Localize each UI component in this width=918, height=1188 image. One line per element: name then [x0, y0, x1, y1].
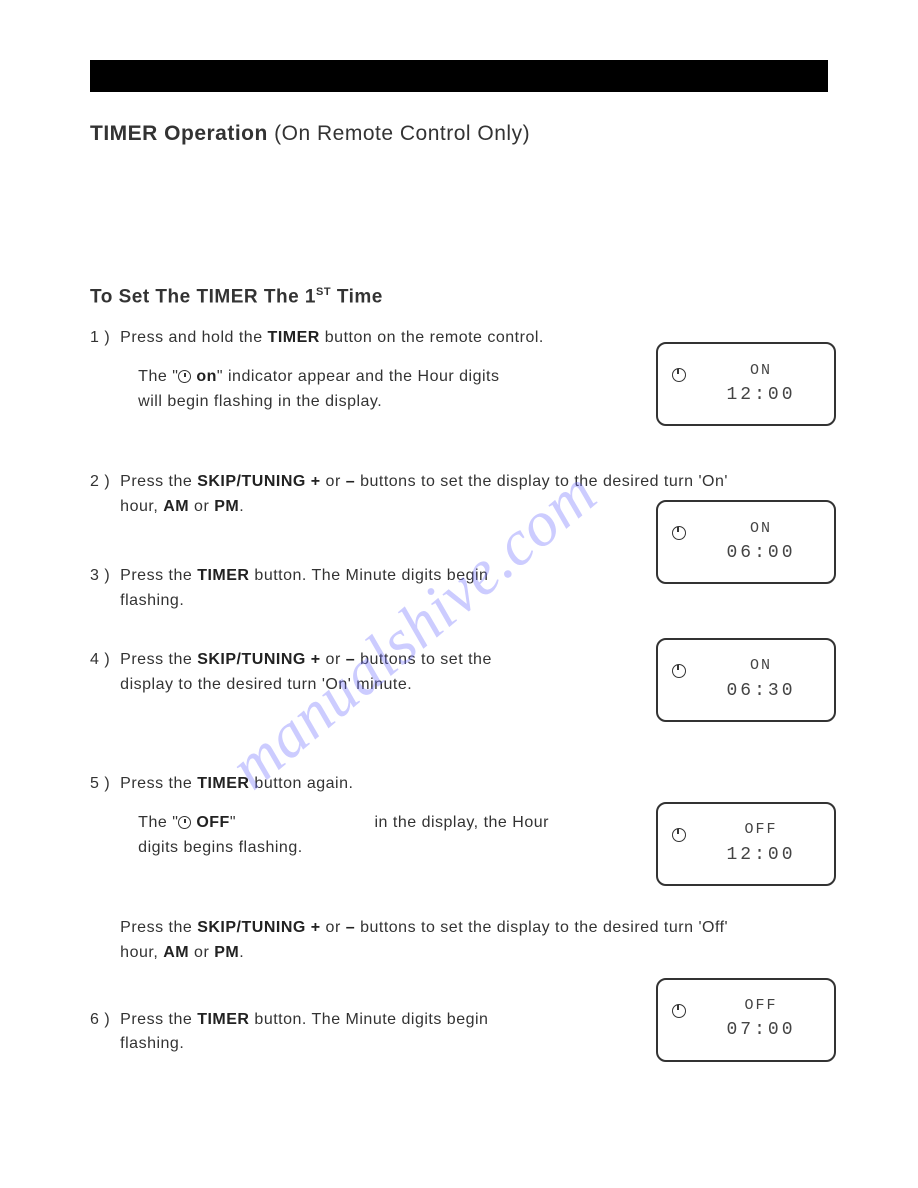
step-4: 4 ) Press the SKIP/TUNING + or – buttons…	[90, 648, 828, 738]
steps-list: 1 ) Press and hold the TIMER button on t…	[90, 326, 828, 1097]
title-bold: TIMER Operation	[90, 122, 268, 145]
lcd-line1: ON	[750, 654, 772, 677]
step-number: 3 )	[90, 564, 110, 614]
step-text: Press the SKIP/TUNING + or – buttons to …	[120, 470, 730, 520]
step-1: 1 ) Press and hold the TIMER button on t…	[90, 326, 828, 436]
lcd-line1: OFF	[744, 994, 777, 1017]
clock-icon	[178, 816, 191, 829]
step-number: 4 )	[90, 648, 110, 738]
lcd-line1: ON	[750, 359, 772, 382]
step-6: 6 ) Press the TIMER button. The Minute d…	[90, 1008, 828, 1098]
step-text: Press the TIMER button again.	[120, 772, 828, 797]
lcd-line1: OFF	[744, 818, 777, 841]
step-number: 2 )	[90, 470, 110, 530]
section-heading: To Set The TIMER The 1ST Time	[90, 286, 828, 308]
step-text: Press the TIMER button. The Minute digit…	[120, 564, 500, 614]
step-number: 5 )	[90, 772, 110, 892]
step-text: Press the SKIP/TUNING + or – buttons to …	[120, 916, 730, 966]
lcd-display: ON 12:00	[656, 342, 836, 426]
step-subtext: The " OFF" in the display, the Hour digi…	[120, 811, 590, 861]
step-5-extra: 0 ) Press the SKIP/TUNING + or – buttons…	[90, 916, 828, 966]
step-number: 1 )	[90, 326, 110, 436]
lcd-line2: 12:00	[726, 382, 795, 410]
step-text: Press the SKIP/TUNING + or – buttons to …	[120, 648, 500, 698]
lcd-line2: 07:00	[726, 1017, 795, 1045]
page-title: TIMER Operation (On Remote Control Only)	[90, 122, 828, 146]
header-bar	[90, 60, 828, 92]
step-subtext: The " on" indicator appear and the Hour …	[120, 365, 500, 415]
lcd-display: OFF 12:00	[656, 802, 836, 886]
step-number: 6 )	[90, 1008, 110, 1098]
lcd-display: ON 06:30	[656, 638, 836, 722]
step-2: 2 ) Press the SKIP/TUNING + or – buttons…	[90, 470, 828, 530]
lcd-display: OFF 07:00	[656, 978, 836, 1062]
step-3: 3 ) Press the TIMER button. The Minute d…	[90, 564, 828, 614]
lcd-line1: ON	[750, 517, 772, 540]
lcd-line2: 06:30	[726, 678, 795, 706]
title-rest: (On Remote Control Only)	[268, 122, 530, 145]
lcd-line2: 12:00	[726, 842, 795, 870]
step-text: Press the TIMER button. The Minute digit…	[120, 1008, 500, 1058]
clock-icon	[178, 370, 191, 383]
step-5: 5 ) Press the TIMER button again. The " …	[90, 772, 828, 892]
